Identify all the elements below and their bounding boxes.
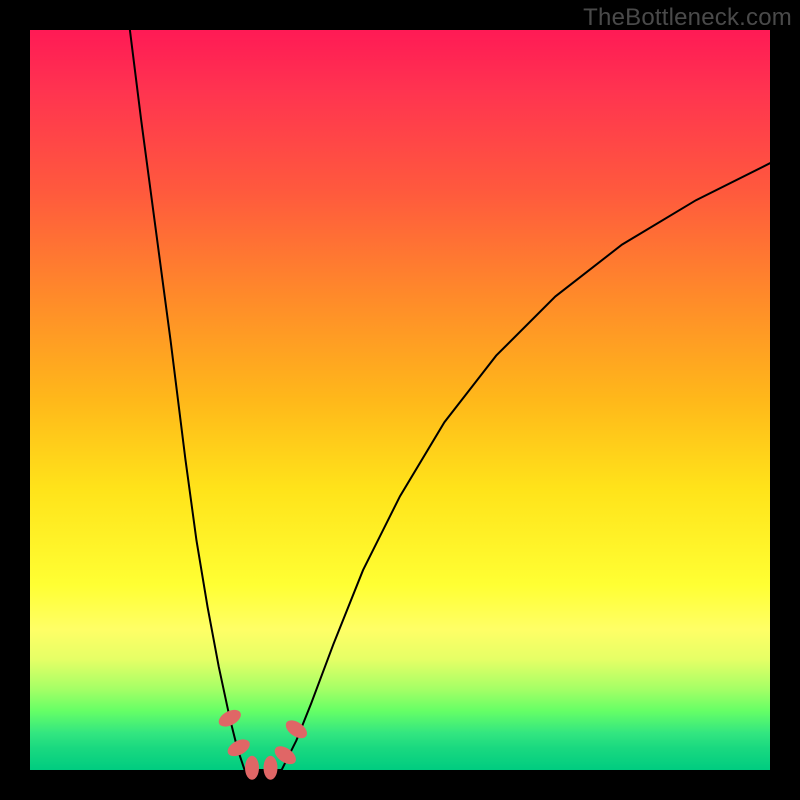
curve-layer xyxy=(30,30,770,770)
curve-left-branch xyxy=(130,30,245,770)
chart-frame: TheBottleneck.com xyxy=(0,0,800,800)
curve-marker-2 xyxy=(245,756,259,780)
curve-marker-3 xyxy=(264,756,278,780)
curve-marker-1 xyxy=(225,736,253,760)
plot-area xyxy=(30,30,770,770)
curve-marker-0 xyxy=(216,706,244,730)
curve-right-branch xyxy=(282,163,770,770)
watermark-text: TheBottleneck.com xyxy=(583,4,792,32)
